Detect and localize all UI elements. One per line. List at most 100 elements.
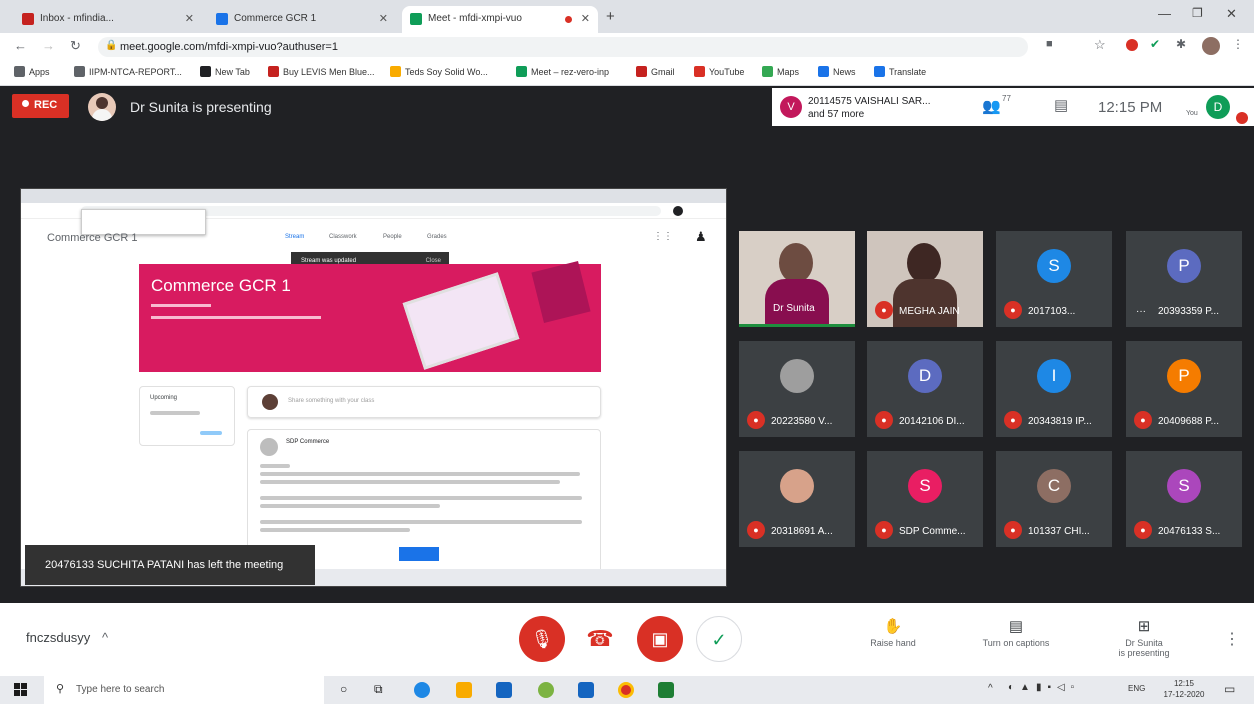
shared-screen: Commerce GCR 1 Stream Classwork People G… xyxy=(20,188,727,587)
participant-tile[interactable]: P ● 20409688 P... xyxy=(1126,341,1242,437)
store-icon[interactable] xyxy=(496,682,512,698)
bookmark-levis[interactable]: Buy LEVIS Men Blue... xyxy=(268,66,375,77)
mic-off-icon: ● xyxy=(1004,301,1022,319)
address-bar-row: ← → ↻ 🔒 meet.google.com/mfdi-xmpi-vuo?au… xyxy=(0,33,1254,60)
confirm-button[interactable]: ✓ xyxy=(696,616,742,662)
chrome-icon[interactable] xyxy=(618,682,634,698)
close-tab-icon[interactable]: ✕ xyxy=(185,12,194,25)
browser-tab-inbox[interactable]: Inbox - mfindia... ✕ xyxy=(14,6,202,33)
browser-menu-icon[interactable]: ⋮ xyxy=(1232,37,1244,51)
app-icon[interactable] xyxy=(538,682,554,698)
present-screen-icon: ⊞ xyxy=(1137,618,1151,635)
class-title: Commerce GCR 1 xyxy=(151,276,291,295)
presenter-status: Dr Sunita is presenting xyxy=(130,99,272,115)
participant-tile[interactable]: ● 20223580 V... xyxy=(739,341,855,437)
extension-check-icon[interactable]: ✔ xyxy=(1150,37,1160,51)
cortana-icon[interactable]: ○ xyxy=(340,682,347,696)
participant-name: 20476133 S... xyxy=(1158,526,1221,537)
camera-in-use-icon[interactable]: ■ xyxy=(1046,38,1053,50)
raise-hand-button[interactable]: ✋ Raise hand xyxy=(858,617,928,648)
notifications-icon[interactable]: ▭ xyxy=(1224,682,1235,696)
participant-tile[interactable]: ● MEGHA JAIN xyxy=(867,231,983,327)
bookmark-news[interactable]: News xyxy=(818,66,856,77)
participant-tile[interactable]: ● 20318691 A... xyxy=(739,451,855,547)
extensions-puzzle-icon[interactable]: ✱ xyxy=(1176,37,1186,51)
word-icon[interactable] xyxy=(578,682,594,698)
bookmark-star-icon[interactable]: ☆ xyxy=(1094,37,1106,53)
hand-icon: ✋ xyxy=(883,618,903,635)
globe-icon xyxy=(74,66,85,77)
system-tray-icons[interactable]: ◐▲▮▪◁▫ xyxy=(1008,682,1080,693)
participant-left-toast: 20476133 SUCHITA PATANI has left the mee… xyxy=(25,545,315,585)
participant-tile[interactable]: D ● 20142106 DI... xyxy=(867,341,983,437)
bookmark-gmail[interactable]: Gmail xyxy=(636,66,675,77)
search-icon: ⚲ xyxy=(56,683,65,695)
bookmark-maps[interactable]: Maps xyxy=(762,66,799,77)
tray-clock[interactable]: 12:15 17-12-2020 xyxy=(1156,678,1212,700)
task-view-icon[interactable]: ⧉ xyxy=(374,682,383,697)
participant-name: Dr Sunita xyxy=(773,303,815,314)
forward-icon[interactable]: → xyxy=(42,38,55,53)
people-icon[interactable]: 👥 xyxy=(982,97,1001,115)
presenter-avatar xyxy=(88,93,116,121)
back-icon[interactable]: ← xyxy=(14,38,27,53)
joined-notification[interactable]: V 20114575 VAISHALI SAR... and 57 more xyxy=(772,88,964,126)
participant-name: SDP Comme... xyxy=(899,526,966,537)
classroom-icon xyxy=(216,13,228,25)
participant-tile[interactable]: S ● SDP Comme... xyxy=(867,451,983,547)
chat-icon[interactable]: ▤ xyxy=(1054,96,1068,114)
participant-tile[interactable]: P ··· 20393359 P... xyxy=(1126,231,1242,327)
participant-tile[interactable]: S ● 2017103... xyxy=(996,231,1112,327)
bookmark-teds[interactable]: Teds Soy Solid Wo... xyxy=(390,66,488,77)
excel-icon[interactable] xyxy=(658,682,674,698)
bookmark-new-tab[interactable]: New Tab xyxy=(200,66,250,77)
tray-language[interactable]: ENG xyxy=(1128,684,1145,693)
microphone-toggle-button[interactable]: 🎙 xyxy=(519,616,565,662)
more-options-icon[interactable]: ⋮ xyxy=(1224,629,1240,649)
bookmark-iipm[interactable]: IIPM-NTCA-REPORT... xyxy=(74,66,182,77)
bookmark-apps[interactable]: Apps xyxy=(14,66,50,77)
taskbar-search-box[interactable]: ⚲ Type here to search xyxy=(44,676,324,704)
participant-photo xyxy=(907,243,941,283)
participant-tile[interactable]: S ● 20476133 S... xyxy=(1126,451,1242,547)
meet-icon xyxy=(516,66,527,77)
leave-call-button[interactable]: ☎ xyxy=(577,616,623,662)
captions-button[interactable]: ▤ Turn on captions xyxy=(968,617,1064,648)
browser-tab-meet[interactable]: Meet - mfdi-xmpi-vuo ✕ xyxy=(402,6,598,33)
maximize-button[interactable]: ❐ xyxy=(1192,6,1203,20)
google-icon xyxy=(636,66,647,77)
avatar: C xyxy=(1037,469,1071,503)
participant-tile[interactable]: C ● 101337 CHI... xyxy=(996,451,1112,547)
participant-tile[interactable]: Dr Sunita xyxy=(739,231,855,327)
edge-icon[interactable] xyxy=(414,682,430,698)
browser-tab-strip: Inbox - mfindia... ✕ Commerce GCR 1 ✕ Me… xyxy=(0,0,1254,33)
close-tab-icon[interactable]: ✕ xyxy=(379,12,388,25)
shared-user-icon: ♟ xyxy=(695,229,707,244)
tray-chevron-icon[interactable]: ^ xyxy=(988,683,993,694)
extension-icon[interactable] xyxy=(1126,39,1138,51)
close-tab-icon[interactable]: ✕ xyxy=(581,12,590,25)
more-options-icon[interactable]: ··· xyxy=(1136,306,1146,317)
file-explorer-icon[interactable] xyxy=(456,682,472,698)
you-label: You xyxy=(1186,110,1198,117)
browser-tab-classroom[interactable]: Commerce GCR 1 ✕ xyxy=(208,6,396,33)
presenting-button[interactable]: ⊞ Dr Sunita is presenting xyxy=(1104,617,1184,658)
self-avatar[interactable]: D xyxy=(1206,95,1230,119)
mic-off-icon: ● xyxy=(1134,521,1152,539)
close-window-button[interactable]: ✕ xyxy=(1226,6,1237,22)
url-field[interactable]: 🔒 meet.google.com/mfdi-xmpi-vuo?authuser… xyxy=(98,37,1028,57)
bookmark-meet[interactable]: Meet – rez-vero-inp xyxy=(516,66,609,77)
participant-tile[interactable]: I ● 20343819 IP... xyxy=(996,341,1112,437)
avatar: S xyxy=(1037,249,1071,283)
reload-icon[interactable]: ↻ xyxy=(70,38,81,54)
new-tab-button[interactable]: + xyxy=(606,8,615,25)
lock-icon: 🔒 xyxy=(105,40,118,51)
meeting-details-button[interactable]: fnczsdusyy ^ xyxy=(26,630,108,645)
minimize-button[interactable]: — xyxy=(1158,6,1171,21)
camera-toggle-button[interactable]: ▣ xyxy=(637,616,683,662)
bookmark-translate[interactable]: Translate xyxy=(874,66,926,77)
bookmark-youtube[interactable]: YouTube xyxy=(694,66,744,77)
chevron-up-icon: ^ xyxy=(101,630,109,645)
windows-start-icon[interactable] xyxy=(14,683,28,697)
profile-avatar[interactable] xyxy=(1202,37,1220,55)
